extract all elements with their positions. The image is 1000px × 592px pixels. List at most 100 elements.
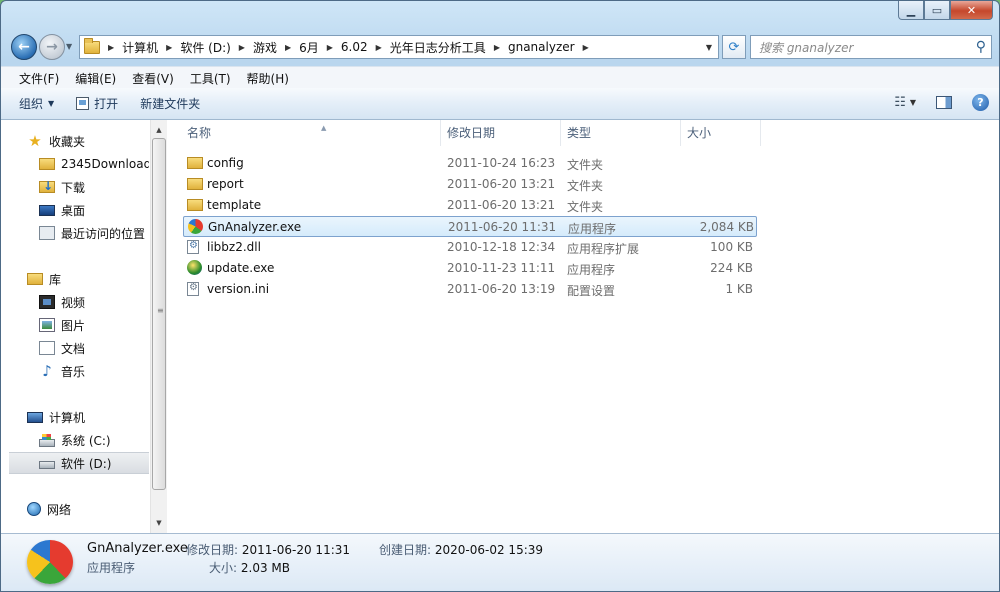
recent-pages-dropdown[interactable]: ▼ xyxy=(66,42,72,51)
file-row[interactable]: libbz2.dll 2010-12-18 12:34 应用程序扩展 100 K… xyxy=(183,237,757,258)
menu-help[interactable]: 帮助(H) xyxy=(239,67,297,88)
search-box[interactable]: 搜索 gnanalyzer ⚲ xyxy=(750,35,992,59)
details-size-label: 大小: xyxy=(209,561,238,575)
desktop-icon xyxy=(39,204,55,216)
nav-item-2345downloads[interactable]: 2345Downloads xyxy=(39,153,149,175)
forward-button[interactable]: → xyxy=(39,34,65,60)
drive-icon xyxy=(39,461,55,469)
menu-file[interactable]: 文件(F) xyxy=(11,67,67,88)
nav-item-music[interactable]: ♪ 音乐 xyxy=(39,360,149,382)
column-header-size[interactable]: 大小 xyxy=(681,120,761,146)
chevron-down-icon: ▼ xyxy=(48,99,55,108)
navigation-row: ← → ▼ ▶ 计算机 ▶ 软件 (D:) ▶ 游戏 ▶ 6月 ▶ 6.02 ▶… xyxy=(1,31,999,63)
menu-edit[interactable]: 编辑(E) xyxy=(67,67,124,88)
breadcrumb-arrow[interactable]: ▶ xyxy=(327,43,333,52)
nav-label: 收藏夹 xyxy=(49,134,86,149)
file-size: 1 KB xyxy=(725,282,753,296)
column-header-name[interactable]: 名称 ▲ xyxy=(181,120,441,146)
nav-item-documents[interactable]: 文档 xyxy=(39,337,149,359)
breadcrumb-arrow[interactable]: ▶ xyxy=(166,43,172,52)
nav-item-downloads[interactable]: 下载 xyxy=(39,176,149,198)
nav-item-videos[interactable]: 视频 xyxy=(39,291,149,313)
minimize-button[interactable]: ▁ xyxy=(898,1,924,20)
organize-button[interactable]: 组织 ▼ xyxy=(19,95,54,112)
nav-label: 库 xyxy=(49,272,62,287)
column-label: 名称 xyxy=(187,126,212,140)
breadcrumb-item[interactable]: 游戏 xyxy=(253,39,277,56)
search-icon[interactable]: ⚲ xyxy=(976,39,986,55)
nav-libraries[interactable]: 库 xyxy=(27,268,149,290)
nav-label: 软件 (D:) xyxy=(61,456,112,471)
preview-pane-icon[interactable] xyxy=(936,96,952,109)
menu-tools[interactable]: 工具(T) xyxy=(182,67,239,88)
file-row[interactable]: update.exe 2010-11-23 11:11 应用程序 224 KB xyxy=(183,258,757,279)
new-folder-button[interactable]: 新建文件夹 xyxy=(140,95,200,112)
file-row[interactable]: version.ini 2011-06-20 13:19 配置设置 1 KB xyxy=(183,279,757,300)
nav-item-desktop[interactable]: 桌面 xyxy=(39,199,149,221)
file-row[interactable]: template 2011-06-20 13:21 文件夹 xyxy=(183,195,757,216)
file-date: 2011-06-20 11:31 xyxy=(448,220,557,234)
file-name: libbz2.dll xyxy=(207,240,261,254)
scroll-up-button[interactable]: ▲ xyxy=(151,122,167,138)
breadcrumb-arrow[interactable]: ▶ xyxy=(494,43,500,52)
network-icon xyxy=(27,502,41,516)
breadcrumb-item[interactable]: 光年日志分析工具 xyxy=(390,39,486,56)
file-type: 应用程序 xyxy=(567,263,616,277)
breadcrumb-item[interactable]: 6月 xyxy=(299,39,319,56)
scroll-grip-icon: ≡ xyxy=(157,306,164,315)
document-icon xyxy=(39,341,55,355)
scroll-thumb[interactable]: ≡ xyxy=(152,138,166,490)
help-icon[interactable]: ? xyxy=(972,94,989,111)
breadcrumb-arrow[interactable]: ▶ xyxy=(583,43,589,52)
open-button[interactable]: 打开 xyxy=(76,95,118,112)
file-list: 名称 ▲ 修改日期 类型 大小 config 2011-10-24 16:23 … xyxy=(167,120,999,533)
nav-item-recent[interactable]: 最近访问的位置 xyxy=(39,222,149,244)
app-icon xyxy=(188,219,203,234)
nav-label: 系统 (C:) xyxy=(61,433,111,448)
menu-view[interactable]: 查看(V) xyxy=(124,67,182,88)
nav-pane-scrollbar[interactable]: ▲ ≡ ▼ xyxy=(150,120,167,533)
address-dropdown[interactable]: ▼ xyxy=(706,43,712,52)
address-bar[interactable]: ▶ 计算机 ▶ 软件 (D:) ▶ 游戏 ▶ 6月 ▶ 6.02 ▶ 光年日志分… xyxy=(79,35,719,59)
nav-item-drive-c[interactable]: 系统 (C:) xyxy=(39,429,149,451)
breadcrumb-arrow[interactable]: ▶ xyxy=(285,43,291,52)
file-date: 2011-06-20 13:21 xyxy=(447,177,556,191)
back-button[interactable]: ← xyxy=(11,34,37,60)
file-size: 224 KB xyxy=(710,261,753,275)
file-type: 文件夹 xyxy=(567,158,604,172)
column-header-type[interactable]: 类型 xyxy=(561,120,681,146)
breadcrumb-item[interactable]: gnanalyzer xyxy=(508,40,575,54)
file-row-selected[interactable]: GnAnalyzer.exe 2011-06-20 11:31 应用程序 2,0… xyxy=(183,216,757,237)
column-header-date[interactable]: 修改日期 xyxy=(441,120,561,146)
breadcrumb-arrow[interactable]: ▶ xyxy=(376,43,382,52)
nav-item-pictures[interactable]: 图片 xyxy=(39,314,149,336)
video-icon xyxy=(39,295,55,309)
file-row[interactable]: config 2011-10-24 16:23 文件夹 xyxy=(183,153,757,174)
breadcrumb-item[interactable]: 软件 (D:) xyxy=(180,39,230,56)
dll-icon xyxy=(187,240,199,254)
nav-favorites[interactable]: ★ 收藏夹 xyxy=(27,130,149,152)
recent-places-icon xyxy=(39,226,55,240)
breadcrumb-arrow[interactable]: ▶ xyxy=(239,43,245,52)
refresh-button[interactable]: ⟳ xyxy=(722,35,746,59)
file-date: 2010-11-23 11:11 xyxy=(447,261,556,275)
view-options-dropdown[interactable]: ▼ xyxy=(910,98,916,107)
nav-label: 网络 xyxy=(47,502,72,517)
search-input[interactable]: 搜索 gnanalyzer xyxy=(759,39,853,56)
close-button[interactable]: ✕ xyxy=(950,1,993,20)
breadcrumb-item[interactable]: 计算机 xyxy=(122,39,158,56)
file-type: 应用程序 xyxy=(568,222,617,236)
nav-label: 视频 xyxy=(61,295,86,310)
nav-network[interactable]: 网络 xyxy=(27,498,149,520)
ini-icon xyxy=(187,282,199,296)
file-row[interactable]: report 2011-06-20 13:21 文件夹 xyxy=(183,174,757,195)
command-bar: 组织 ▼ 打开 新建文件夹 ☷ ▼ ? xyxy=(1,88,999,120)
nav-item-drive-d[interactable]: 软件 (D:) xyxy=(9,452,149,474)
nav-computer[interactable]: 计算机 xyxy=(27,406,149,428)
breadcrumb-arrow[interactable]: ▶ xyxy=(108,43,114,52)
view-options-icon[interactable]: ☷ xyxy=(894,95,906,110)
maximize-button[interactable]: ▭ xyxy=(924,1,950,20)
breadcrumb-item[interactable]: 6.02 xyxy=(341,40,368,54)
nav-label: 文档 xyxy=(61,341,86,356)
scroll-down-button[interactable]: ▼ xyxy=(151,515,167,531)
